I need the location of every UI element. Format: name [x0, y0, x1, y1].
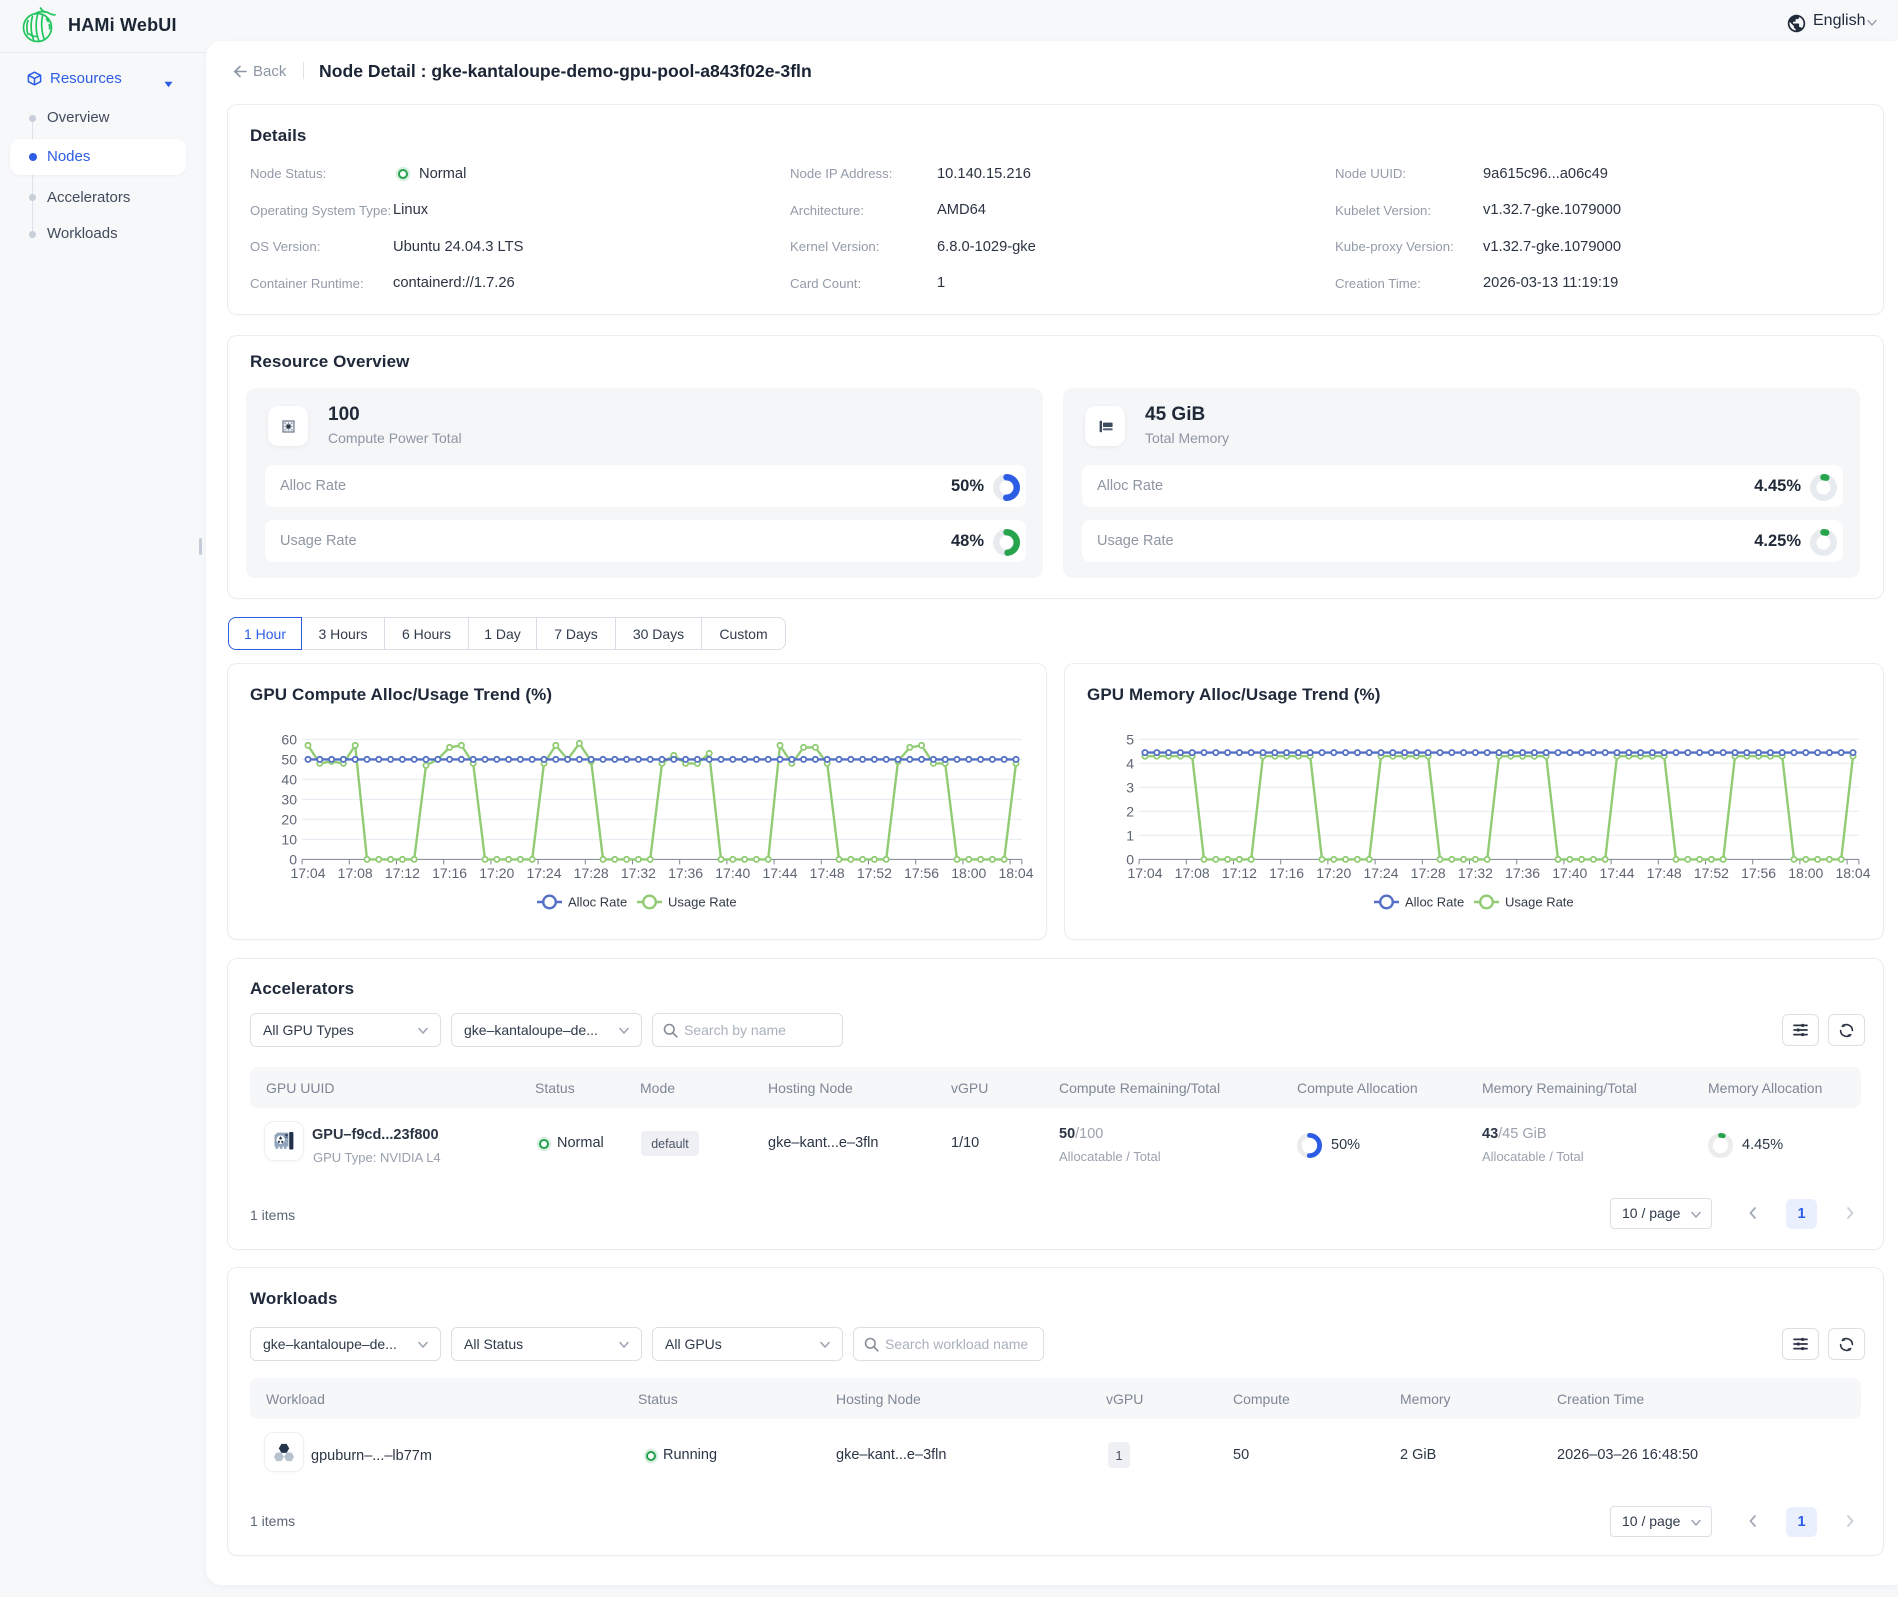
- svg-text:2: 2: [1126, 803, 1134, 819]
- svg-text:17:08: 17:08: [338, 865, 373, 881]
- svg-text:17:28: 17:28: [1411, 865, 1446, 881]
- svg-text:30: 30: [281, 791, 297, 807]
- svg-text:18:00: 18:00: [951, 865, 986, 881]
- svg-text:Usage Rate: Usage Rate: [668, 895, 737, 910]
- svg-text:18:00: 18:00: [1788, 865, 1823, 881]
- svg-text:18:04: 18:04: [1835, 865, 1870, 881]
- svg-text:17:56: 17:56: [1741, 865, 1776, 881]
- svg-text:17:52: 17:52: [857, 865, 892, 881]
- svg-text:17:16: 17:16: [432, 865, 467, 881]
- svg-text:17:48: 17:48: [1647, 865, 1682, 881]
- svg-text:Usage Rate: Usage Rate: [1505, 895, 1574, 910]
- svg-text:17:28: 17:28: [574, 865, 609, 881]
- svg-text:17:40: 17:40: [715, 865, 750, 881]
- svg-text:17:44: 17:44: [1599, 865, 1634, 881]
- svg-text:Alloc Rate: Alloc Rate: [568, 895, 627, 910]
- svg-text:17:20: 17:20: [1316, 865, 1351, 881]
- svg-text:17:12: 17:12: [385, 865, 420, 881]
- svg-text:17:20: 17:20: [479, 865, 514, 881]
- svg-text:0: 0: [289, 851, 297, 867]
- svg-text:17:48: 17:48: [810, 865, 845, 881]
- svg-text:3: 3: [1126, 779, 1134, 795]
- svg-text:0: 0: [1126, 851, 1134, 867]
- svg-text:17:12: 17:12: [1222, 865, 1257, 881]
- svg-text:17:24: 17:24: [1363, 865, 1398, 881]
- svg-text:1: 1: [1126, 827, 1134, 843]
- svg-text:17:56: 17:56: [904, 865, 939, 881]
- svg-text:10: 10: [281, 831, 297, 847]
- svg-text:60: 60: [281, 731, 297, 747]
- svg-text:17:32: 17:32: [621, 865, 656, 881]
- svg-text:Alloc Rate: Alloc Rate: [1405, 895, 1464, 910]
- svg-text:5: 5: [1126, 731, 1134, 747]
- svg-text:17:52: 17:52: [1694, 865, 1729, 881]
- svg-text:17:44: 17:44: [762, 865, 797, 881]
- svg-text:17:24: 17:24: [526, 865, 561, 881]
- svg-text:50: 50: [281, 751, 297, 767]
- svg-text:20: 20: [281, 811, 297, 827]
- svg-text:17:32: 17:32: [1458, 865, 1493, 881]
- svg-text:17:08: 17:08: [1175, 865, 1210, 881]
- svg-text:17:16: 17:16: [1269, 865, 1304, 881]
- svg-text:18:04: 18:04: [998, 865, 1033, 881]
- svg-text:17:36: 17:36: [1505, 865, 1540, 881]
- svg-text:4: 4: [1126, 755, 1134, 771]
- svg-text:40: 40: [281, 771, 297, 787]
- svg-text:17:36: 17:36: [668, 865, 703, 881]
- svg-text:17:40: 17:40: [1552, 865, 1587, 881]
